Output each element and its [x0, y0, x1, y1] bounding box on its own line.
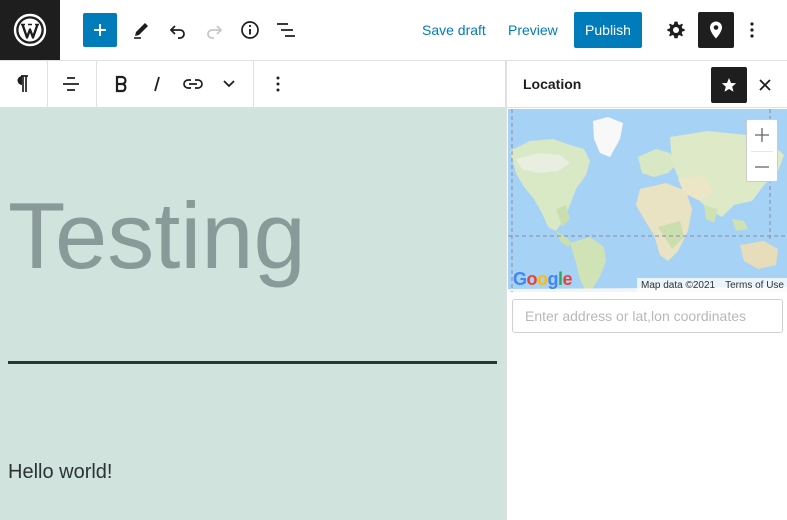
map-attribution: Map data ©2021 Terms of Use: [637, 278, 787, 292]
zoom-out-button[interactable]: [747, 152, 777, 182]
italic-icon: [154, 76, 160, 92]
terms-of-use-link[interactable]: Terms of Use: [725, 280, 784, 291]
plus-icon: [94, 24, 106, 36]
more-vertical-icon: [750, 22, 754, 38]
sidebar-header: Location: [507, 61, 787, 108]
block-inserter-button[interactable]: [83, 13, 117, 47]
align-left-icon: [63, 77, 79, 91]
list-view-button[interactable]: [268, 12, 304, 48]
location-sidebar-toggle[interactable]: [698, 12, 734, 48]
toolbar-separator: [96, 61, 97, 108]
editor-canvas[interactable]: Testing Hello world!: [0, 108, 506, 520]
bold-button[interactable]: [103, 66, 139, 102]
block-options-button[interactable]: [260, 66, 296, 102]
gear-icon: [667, 21, 685, 39]
publish-button[interactable]: Publish: [574, 12, 642, 48]
options-menu-button[interactable]: [734, 12, 770, 48]
plus-icon: [755, 128, 769, 142]
info-icon: [241, 21, 259, 39]
location-map[interactable]: Google Map data ©2021 Terms of Use: [508, 109, 787, 292]
zoom-in-button[interactable]: [747, 120, 777, 150]
location-sidebar: Location Google Map data ©2021 Terms of …: [506, 61, 787, 520]
undo-icon: [169, 25, 185, 39]
post-title[interactable]: Testing: [8, 186, 306, 286]
paragraph-block-button[interactable]: [4, 66, 40, 102]
link-icon: [183, 79, 203, 89]
wordpress-logo[interactable]: [0, 0, 60, 60]
close-icon: [759, 79, 771, 91]
address-input[interactable]: [512, 299, 783, 333]
settings-button[interactable]: [658, 12, 694, 48]
close-sidebar-button[interactable]: [747, 67, 783, 103]
separator-block[interactable]: [8, 361, 497, 364]
pilcrow-icon: [17, 75, 28, 92]
undo-button[interactable]: [160, 12, 196, 48]
list-view-icon: [277, 23, 295, 37]
chevron-down-icon: [223, 80, 235, 88]
details-button[interactable]: [232, 12, 268, 48]
map-zoom-controls: [746, 119, 778, 182]
save-draft-button[interactable]: Save draft: [422, 20, 486, 40]
pin-sidebar-button[interactable]: [711, 67, 747, 103]
wordpress-logo-icon: [13, 13, 47, 47]
google-logo[interactable]: Google: [513, 269, 573, 290]
more-vertical-icon: [276, 76, 280, 92]
editor-header: Save draft Preview Publish: [0, 0, 787, 61]
map-pin-icon: [710, 21, 722, 39]
preview-button[interactable]: Preview: [508, 20, 558, 40]
map-data-label: Map data ©2021: [641, 279, 716, 291]
redo-icon: [207, 25, 223, 39]
toolbar-separator: [47, 61, 48, 108]
bold-icon: [115, 75, 127, 93]
italic-button[interactable]: [139, 66, 175, 102]
minus-icon: [755, 166, 769, 168]
block-toolbar: [0, 61, 506, 108]
star-icon: [721, 78, 737, 92]
pencil-icon: [134, 23, 148, 39]
sidebar-title: Location: [523, 76, 582, 92]
link-button[interactable]: [175, 66, 211, 102]
toolbar-separator: [253, 61, 254, 108]
redo-button[interactable]: [196, 12, 232, 48]
more-formats-button[interactable]: [211, 66, 247, 102]
align-button[interactable]: [53, 66, 89, 102]
tools-button[interactable]: [123, 12, 159, 48]
paragraph-block[interactable]: Hello world!: [8, 460, 112, 484]
